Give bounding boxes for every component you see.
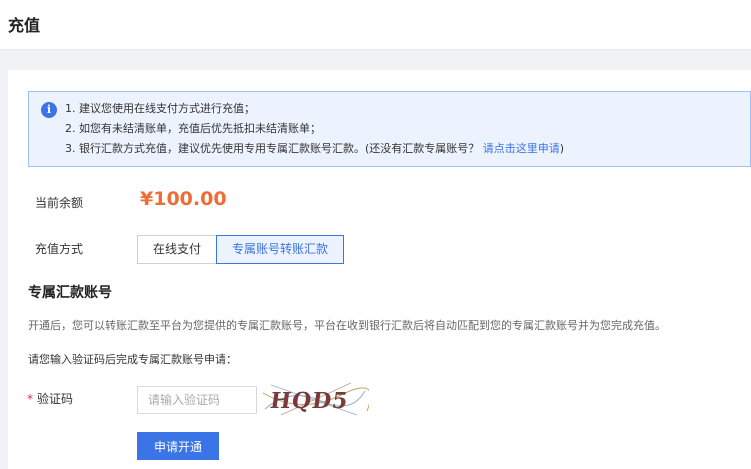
required-mark: *	[27, 392, 33, 406]
method-online-pay[interactable]: 在线支付	[137, 235, 218, 264]
notice-line-3-text: 3. 银行汇款方式充值，建议优先使用专用专属汇款账号汇款。(还没有汇款专属账号？	[65, 142, 480, 155]
method-bank-transfer[interactable]: 专属账号转账汇款	[216, 235, 345, 264]
page-header: 充值	[0, 0, 751, 50]
notice-line-3: 3. 银行汇款方式充值，建议优先使用专用专属汇款账号汇款。(还没有汇款专属账号？…	[65, 142, 564, 156]
page-title: 充值	[8, 16, 41, 35]
notice-line-3-tail: )	[559, 142, 565, 155]
captcha-text: HQD5	[268, 388, 350, 414]
section-description: 开通后，您可以转账汇款至平台为您提供的专属汇款账号，平台在收到银行汇款后将自动匹…	[28, 319, 666, 332]
info-icon: i	[41, 102, 57, 118]
apply-account-link[interactable]: 请点击这里申请	[483, 142, 560, 155]
captcha-label-text: 验证码	[37, 392, 74, 406]
method-selector: 在线支付 专属账号转账汇款	[137, 235, 345, 264]
captcha-label: * 验证码	[27, 390, 73, 407]
captcha-input[interactable]	[137, 386, 257, 414]
submit-button[interactable]: 申请开通	[137, 432, 219, 460]
notice-line-2: 2. 如您有未结清账单，充值后优先抵扣未结清账单；	[65, 122, 321, 135]
balance-value: ¥100.00	[140, 188, 227, 210]
section-title: 专属汇款账号	[28, 285, 112, 301]
balance-label: 当前余额	[35, 196, 84, 210]
method-label: 充值方式	[35, 242, 84, 256]
notice-line-1: 1. 建议您使用在线支付方式进行充值；	[65, 102, 255, 115]
recharge-card: i 1. 建议您使用在线支付方式进行充值； 2. 如您有未结清账单，充值后优先抵…	[8, 70, 751, 469]
captcha-prompt: 请您输入验证码后完成专属汇款账号申请：	[28, 353, 237, 366]
notice-box: i 1. 建议您使用在线支付方式进行充值； 2. 如您有未结清账单，充值后优先抵…	[28, 91, 751, 167]
captcha-image[interactable]: HQD5	[261, 381, 369, 417]
